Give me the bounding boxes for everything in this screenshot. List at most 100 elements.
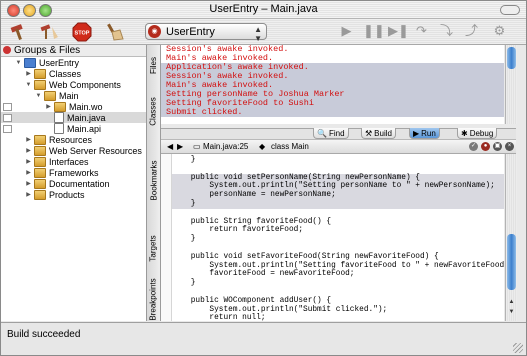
groups-files-header[interactable]: Groups & Files [1, 45, 146, 57]
tree-item[interactable]: ▼ Main [1, 90, 146, 101]
scroll-down-icon[interactable]: ▼ [507, 309, 516, 318]
target-checkbox[interactable] [3, 102, 12, 111]
close-editor-icon[interactable]: × [505, 142, 514, 151]
file-popup-chevron-icon: ◆ [259, 142, 266, 151]
tree-item[interactable]: ▶ Resources [1, 134, 146, 145]
disclosure-open-icon[interactable]: ▼ [25, 82, 32, 88]
tree-item-label: Interfaces [49, 156, 89, 167]
editor-scroll-thumb[interactable] [507, 234, 516, 290]
disclosure-closed-icon[interactable]: ▶ [25, 191, 32, 198]
file-icon [54, 112, 64, 123]
tree-item-label: Resources [49, 134, 93, 145]
folder-icon [54, 101, 66, 112]
tree-item[interactable]: ▶ Products [1, 189, 146, 200]
build-hammer-icon[interactable] [8, 22, 30, 41]
target-checkbox[interactable] [3, 124, 12, 133]
tab-run[interactable]: ▶ Run [409, 128, 440, 139]
disclosure-closed-icon[interactable]: ▶ [25, 136, 32, 143]
tab-find[interactable]: 🔍 Find [313, 128, 349, 139]
pause-icon[interactable]: ❚❚ [363, 23, 385, 39]
window-title: UserEntry – Main.java [209, 3, 318, 15]
split-icon[interactable]: ▣ [493, 142, 502, 151]
folder-icon [34, 156, 46, 167]
tree-item[interactable]: ▶ Main.wo [1, 101, 146, 112]
step-over-icon[interactable]: ↷ [413, 23, 430, 39]
editor-nav-bar: ◀ ▶ ▭ Main.java:25 ◆ class Main ✓ ● ▣ × [161, 140, 516, 154]
tree-item-label: Main [59, 90, 79, 101]
log-scroll-thumb[interactable] [507, 47, 516, 69]
clean-build-icon[interactable] [39, 22, 61, 41]
tree-item[interactable]: ▶ Documentation [1, 178, 146, 189]
folder-icon [34, 79, 46, 90]
project-icon [24, 57, 36, 68]
tab-debug[interactable]: ✱ Debug [457, 128, 498, 139]
groups-tree[interactable]: ▼ UserEntry ▶ Classes ▼ Web Components ▼ Main ▶ M… [1, 57, 146, 321]
file-icon: ▭ [193, 142, 201, 151]
tree-item-label: Classes [49, 68, 82, 79]
tab-targets[interactable]: Targets [147, 223, 160, 273]
log-line: Submit clicked. [161, 108, 504, 117]
stop-icon[interactable]: STOP [71, 22, 93, 41]
code-line: personName = newPersonName; [172, 191, 504, 201]
editor-scrollbar[interactable]: ▲ ▼ [505, 154, 517, 321]
code-line: return null; [172, 314, 266, 321]
disclosure-closed-icon[interactable]: ▶ [25, 169, 32, 176]
tree-item[interactable]: ▼ UserEntry [1, 57, 146, 68]
disclosure-closed-icon[interactable]: ▶ [25, 180, 32, 187]
groups-header-label: Groups & Files [14, 45, 81, 56]
disclosure-open-icon[interactable]: ▼ [35, 93, 42, 99]
tree-item-label: Main.wo [69, 101, 103, 112]
tab-breakpoints[interactable]: Breakpoints [147, 277, 160, 321]
disclosure-open-icon[interactable]: ▼ [15, 60, 22, 66]
tree-item-label: Products [49, 189, 85, 200]
run-log-output[interactable]: Session's awake invoked. Main's awake inv… [161, 45, 504, 124]
toolbar-toggle-button[interactable] [500, 5, 520, 15]
code-line: public void setFavoriteFood(String newFa… [172, 252, 439, 261]
disclosure-closed-icon[interactable]: ▶ [45, 103, 52, 110]
step-out-icon[interactable]: ⤴ [463, 23, 480, 39]
tab-classes[interactable]: Classes [147, 89, 160, 133]
target-popup[interactable]: ◉ UserEntry ▲ ▼ [145, 23, 267, 43]
lock-icon[interactable]: ● [481, 142, 490, 151]
scroll-up-icon[interactable]: ▲ [507, 299, 516, 308]
log-scrollbar[interactable] [505, 45, 517, 124]
tab-files[interactable]: Files [147, 45, 160, 85]
checkmark-icon[interactable]: ✓ [469, 142, 478, 151]
symbol-popup[interactable]: class Main [271, 142, 309, 151]
back-arrow-icon[interactable]: ◀ [167, 142, 173, 151]
tree-item[interactable]: ▼ Web Components [1, 79, 146, 90]
tree-item[interactable]: Main.java [1, 112, 146, 123]
resize-grip-icon[interactable] [513, 343, 523, 353]
editor-gutter[interactable] [161, 154, 172, 321]
disclosure-closed-icon[interactable]: ▶ [25, 70, 32, 77]
svg-text:STOP: STOP [75, 30, 90, 36]
code-editor[interactable]: } public void setPersonName(String newPe… [161, 154, 504, 321]
disclosure-closed-icon[interactable]: ▶ [25, 158, 32, 165]
tree-item[interactable]: ▶ Interfaces [1, 156, 146, 167]
build-tab-icon: ⚒ [365, 128, 373, 138]
forward-arrow-icon[interactable]: ▶ [177, 142, 183, 151]
debug-icon[interactable]: ⚙ [491, 23, 508, 39]
disclosure-closed-icon[interactable]: ▶ [25, 147, 32, 154]
status-bar: Build succeeded [1, 322, 526, 355]
tree-item[interactable]: ▶ Web Server Resources [1, 145, 146, 156]
broom-icon[interactable] [105, 22, 127, 41]
target-checkbox[interactable] [3, 113, 12, 122]
tree-item[interactable]: Main.api [1, 123, 146, 134]
run-tab-icon: ▶ [413, 128, 420, 138]
tab-build[interactable]: ⚒ Build [361, 128, 396, 139]
code-line: } [172, 279, 196, 288]
tree-item-label: Main.api [67, 123, 102, 134]
tree-item[interactable]: ▶ Classes [1, 68, 146, 79]
tree-item-label: Frameworks [49, 167, 99, 178]
file-popup[interactable]: Main.java:25 [203, 142, 248, 151]
continue-icon[interactable]: ▶❚ [388, 23, 409, 39]
target-label: UserEntry [166, 25, 215, 38]
step-into-icon[interactable]: ⤵ [438, 23, 455, 39]
panel-tabbar: 🔍 Find ⚒ Build ▶ Run ✱ Debug [161, 128, 516, 140]
tab-bookmarks[interactable]: Bookmarks [147, 145, 160, 215]
run-icon[interactable]: ▶ [338, 23, 355, 39]
code-line: public void setPersonName(String newPers… [172, 173, 504, 183]
tree-item[interactable]: ▶ Frameworks [1, 167, 146, 178]
